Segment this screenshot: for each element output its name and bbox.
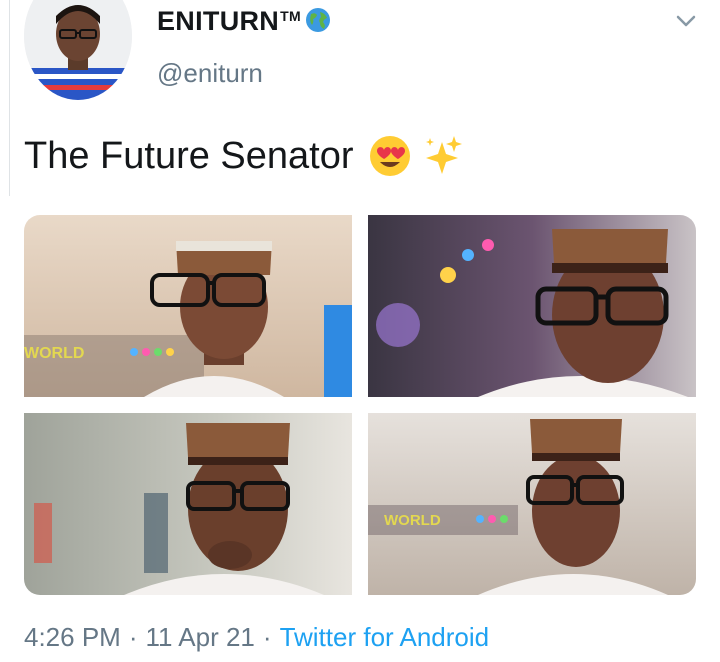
separator-dot: ·: [128, 622, 138, 652]
photo-1-sign-text: WORLD: [24, 345, 84, 362]
tweet-metadata: 4:26 PM · 11 Apr 21 · Twitter for Androi…: [24, 622, 489, 653]
avatar[interactable]: [24, 0, 132, 100]
photo-2[interactable]: [368, 215, 696, 397]
photo-3[interactable]: [24, 413, 352, 595]
tweet-date: 11 Apr 21: [145, 622, 255, 652]
tweet-time: 4:26 PM: [24, 622, 121, 652]
display-name[interactable]: ENITURN TM: [157, 6, 331, 40]
separator-dot: ·: [262, 622, 272, 652]
tweet-text: The Future Senator: [24, 134, 472, 178]
thread-edge-divider: [0, 0, 10, 196]
user-handle[interactable]: @eniturn: [157, 58, 263, 89]
tweet-source-link[interactable]: Twitter for Android: [280, 622, 490, 653]
display-name-text: ENITURN: [157, 6, 280, 36]
globe-emoji-icon: [305, 7, 331, 40]
heart-eyes-emoji-icon: [369, 136, 410, 176]
photo-4[interactable]: WORLD: [368, 413, 696, 595]
sparkles-emoji-icon: [425, 136, 462, 174]
chevron-down-icon[interactable]: [676, 14, 696, 33]
photo-4-sign-text: WORLD: [384, 512, 441, 529]
tweet-text-content: The Future Senator: [24, 134, 354, 177]
photo-1[interactable]: WORLD: [24, 215, 352, 397]
trademark-mark: TM: [280, 8, 301, 24]
